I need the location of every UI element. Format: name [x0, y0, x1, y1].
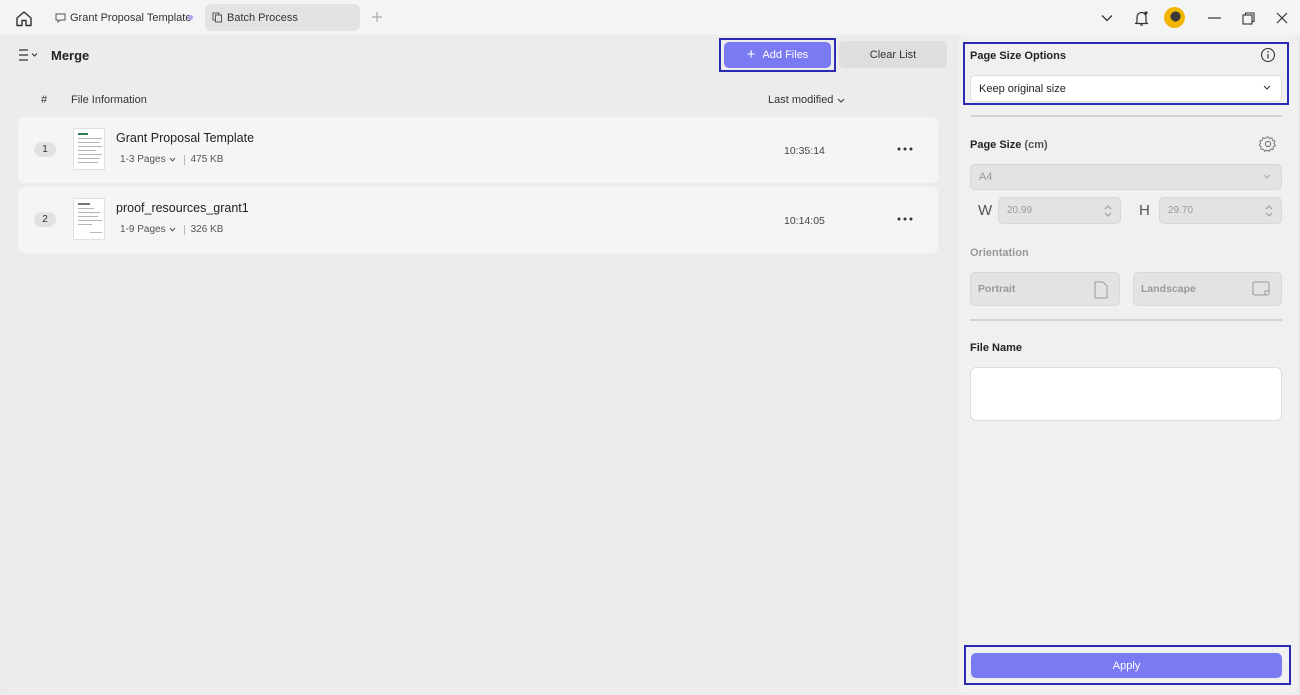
row-index: 1	[34, 142, 56, 157]
file-name: Grant Proposal Template	[116, 131, 255, 145]
height-input[interactable]: 29.70	[1159, 197, 1282, 224]
height-value: 29.70	[1168, 205, 1194, 216]
row-index: 2	[34, 212, 56, 227]
stepper-icon[interactable]	[1104, 204, 1112, 218]
divider	[970, 115, 1282, 117]
file-time: 10:35:14	[784, 145, 825, 157]
page-size-unit: (cm)	[1024, 139, 1048, 151]
minimize-icon[interactable]	[1202, 6, 1226, 30]
chevron-down-icon	[1263, 174, 1271, 179]
file-thumbnail	[73, 198, 105, 240]
file-size: 475 KB	[190, 154, 224, 165]
page-range-dropdown[interactable]: 1-9 Pages	[120, 224, 166, 235]
new-tab-plus-icon[interactable]	[368, 8, 386, 26]
chevron-down-icon	[169, 227, 175, 232]
unsaved-dot	[188, 15, 193, 20]
chevron-down-icon	[838, 98, 845, 103]
tab-grant-proposal[interactable]: Grant Proposal Template	[48, 4, 202, 31]
paper-size-select[interactable]: A4	[970, 164, 1282, 190]
page-size-options-select[interactable]: Keep original size	[970, 75, 1282, 102]
plus-icon: +	[746, 45, 756, 63]
table-row[interactable]: 1 Grant Proposal Template 1-3 Pages 475 …	[18, 117, 938, 183]
page-title: Merge	[51, 48, 90, 63]
tab-batch-process[interactable]: Batch Process	[205, 4, 360, 31]
stepper-icon[interactable]	[1265, 204, 1273, 218]
chevron-down-icon	[1263, 85, 1271, 90]
restore-icon[interactable]	[1236, 6, 1260, 30]
notification-bell-icon[interactable]	[1129, 6, 1153, 30]
more-options-icon[interactable]	[894, 141, 916, 157]
landscape-page-icon	[1252, 281, 1270, 296]
width-label: W	[978, 202, 993, 219]
title-bar: Grant Proposal Template Batch Process	[0, 0, 1300, 35]
page-range-dropdown[interactable]: 1-3 Pages	[120, 154, 166, 165]
file-size: 326 KB	[190, 224, 224, 235]
apply-button[interactable]: Apply	[971, 653, 1282, 678]
divider	[970, 319, 1282, 321]
tab-label: Grant Proposal Template	[70, 11, 192, 24]
more-options-icon[interactable]	[894, 211, 916, 227]
page-size-title: Page Size (cm)	[970, 139, 1048, 151]
file-name: proof_resources_grant1	[116, 201, 249, 215]
divider	[183, 224, 185, 235]
file-meta: 1-3 Pages 475 KB	[120, 154, 223, 165]
chevron-down-icon[interactable]	[1095, 6, 1119, 30]
gear-icon[interactable]	[1258, 135, 1277, 153]
table-row[interactable]: 2 proof_resources_grant1 1-9 Pages 326 K…	[18, 187, 938, 253]
select-value: Keep original size	[979, 82, 1066, 95]
comment-icon	[54, 12, 66, 24]
add-files-label: Add Files	[762, 49, 809, 61]
info-icon[interactable]	[1260, 47, 1276, 63]
close-icon[interactable]	[1270, 6, 1294, 30]
select-value: A4	[979, 171, 993, 183]
column-header-index: #	[41, 94, 48, 106]
batch-icon	[211, 12, 223, 24]
column-header-file-information: File Information	[71, 94, 147, 106]
add-files-button[interactable]: + Add Files	[724, 42, 831, 68]
file-time: 10:14:05	[784, 215, 825, 227]
chevron-down-icon	[169, 157, 175, 162]
file-list-panel: Merge + Add Files Clear List # File Info…	[4, 35, 954, 693]
width-value: 20.99	[1007, 205, 1033, 216]
column-header-last-modified: Last modified	[768, 94, 834, 106]
page-size-label: Page Size	[970, 139, 1022, 151]
portrait-label: Portrait	[978, 283, 1016, 295]
portrait-page-icon	[1094, 281, 1108, 299]
width-input[interactable]: 20.99	[998, 197, 1121, 224]
file-thumbnail	[73, 128, 105, 170]
file-meta: 1-9 Pages 326 KB	[120, 224, 223, 235]
clear-list-button[interactable]: Clear List	[839, 41, 947, 68]
file-name-title: File Name	[970, 342, 1022, 354]
orientation-title: Orientation	[970, 247, 1029, 259]
home-icon[interactable]	[12, 7, 36, 29]
landscape-button[interactable]: Landscape	[1133, 272, 1282, 306]
tab-label: Batch Process	[227, 11, 298, 24]
menu-icon[interactable]	[18, 48, 40, 62]
settings-panel: Page Size Options Keep original size Pag…	[958, 35, 1298, 693]
page-size-options-title: Page Size Options	[970, 50, 1066, 62]
file-name-input[interactable]	[970, 367, 1282, 421]
landscape-label: Landscape	[1141, 283, 1196, 295]
divider	[183, 154, 185, 165]
height-label: H	[1139, 202, 1150, 219]
avatar[interactable]	[1164, 7, 1185, 28]
portrait-button[interactable]: Portrait	[970, 272, 1120, 306]
sort-last-modified[interactable]: Last modified	[768, 94, 845, 106]
